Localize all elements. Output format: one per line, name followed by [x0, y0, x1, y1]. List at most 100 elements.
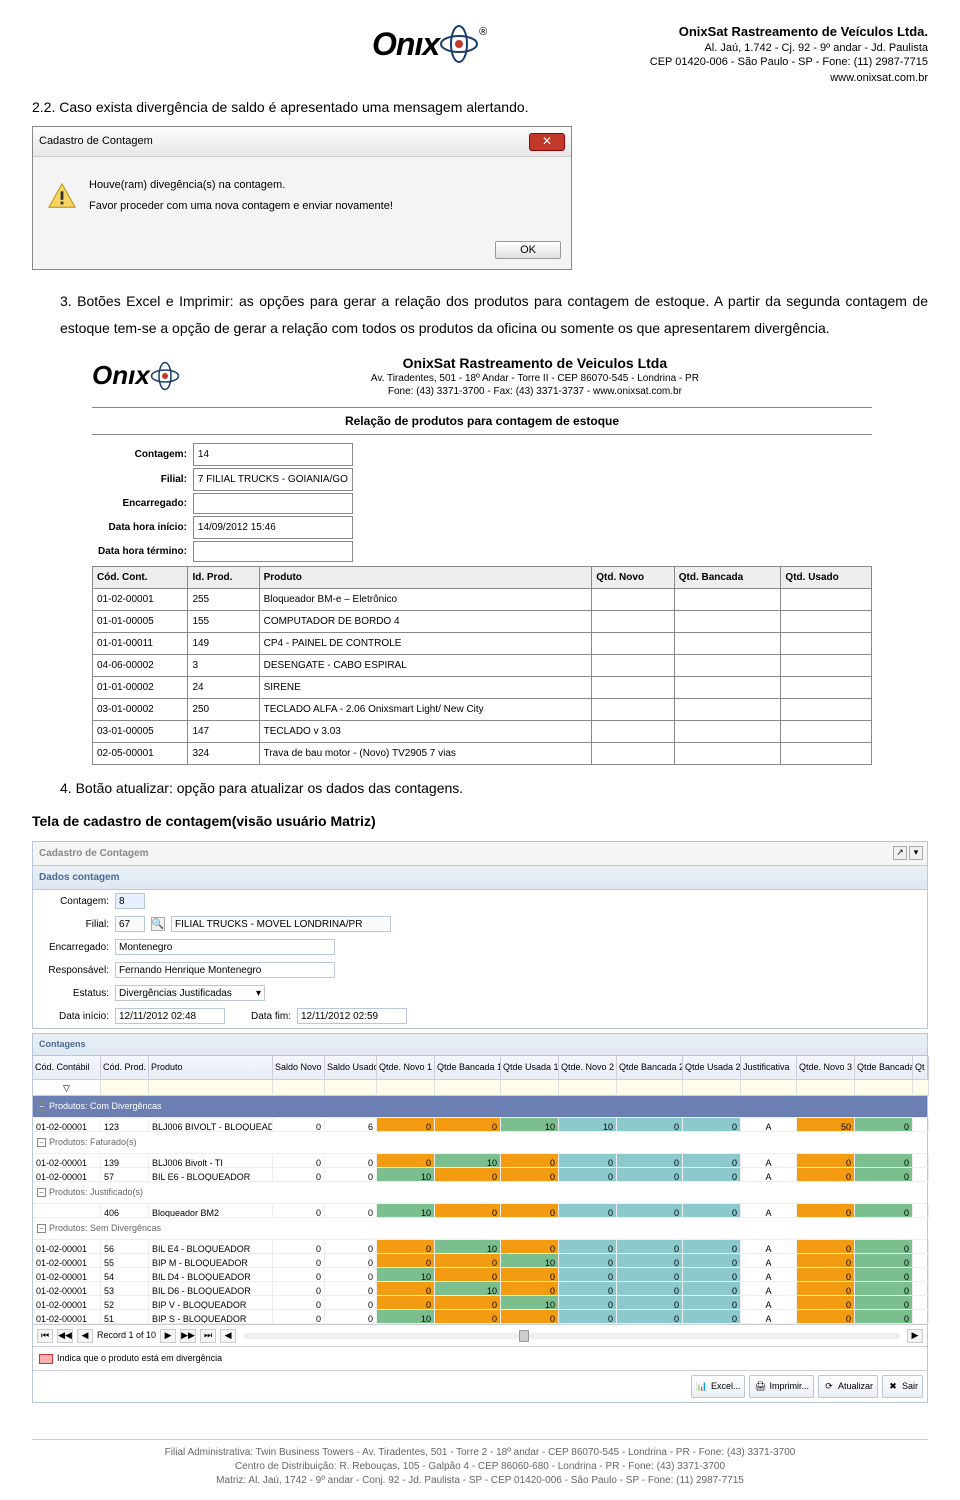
expander-icon[interactable]: − [37, 1102, 46, 1111]
report-row: 03-01-00002250TECLADO ALFA - 2.06 Onixsm… [93, 699, 872, 721]
estatus-label: Estatus: [39, 984, 109, 1003]
section-3: 3. Botões Excel e Imprimir: as opções pa… [60, 288, 928, 341]
grid-filter-cell[interactable] [501, 1080, 559, 1096]
encarregado-field[interactable]: Montenegro [115, 939, 335, 955]
dialog-line2: Favor proceder com uma nova contagem e e… [89, 196, 393, 217]
report-row: 03-01-00005147TECLADO v 3.03 [93, 721, 872, 743]
estatus-select[interactable]: Divergências Justificadas▾ [115, 985, 265, 1001]
grid-pager[interactable]: ⏮ ◀◀ ◀ Record 1 of 10 ▶ ▶▶ ⏭ ◀ ▶ [33, 1324, 927, 1346]
grid-filter-cell[interactable]: ▽ [33, 1080, 101, 1096]
grid-filter-cell[interactable] [101, 1080, 149, 1096]
pager-nextpage-icon[interactable]: ▶▶ [180, 1329, 196, 1343]
grid-data-row[interactable]: 01-02-0000156BIL E4 - BLOQUEADOR00010000… [33, 1240, 927, 1254]
grid-col-header[interactable]: Qtde. Novo 2 [559, 1056, 617, 1080]
dialog-line1: Houve(ram) divegência(s) na contagem. [89, 175, 393, 196]
contagem-field[interactable]: 8 [115, 893, 145, 909]
grid-col-header[interactable]: Qtde Bancada 3 [855, 1056, 913, 1080]
company-name: OnixSat Rastreamento de Veículos Ltda. [650, 24, 928, 41]
pager-scrollbar[interactable] [244, 1333, 899, 1339]
responsavel-field[interactable]: Fernando Henrique Montenegro [115, 962, 335, 978]
grid-col-header[interactable]: Cód. Prod. [101, 1056, 149, 1080]
grid-filter-cell[interactable] [377, 1080, 435, 1096]
grid-filter-cell[interactable] [149, 1080, 273, 1096]
inicio-field[interactable]: 12/11/2012 02:48 [115, 1008, 225, 1024]
report-row: 01-01-00011149CP4 - PAINEL DE CONTROLE [93, 633, 872, 655]
fim-field[interactable]: 12/11/2012 02:59 [297, 1008, 407, 1024]
legend-text: Indica que o produto está em divergência [57, 1350, 222, 1367]
grid-col-header[interactable]: Qtde. Novo 1 [377, 1056, 435, 1080]
restore-icon[interactable]: ↗ [893, 846, 907, 860]
dropdown-icon[interactable]: ▾ [909, 846, 923, 860]
expander-icon[interactable]: − [37, 1224, 46, 1233]
grid-data-row[interactable]: 01-02-00001139BLJ006 Bivolt - TI00010000… [33, 1154, 927, 1168]
ok-button[interactable]: OK [495, 241, 561, 259]
dialog-message: Houve(ram) divegência(s) na contagem. Fa… [89, 175, 393, 217]
pager-refresh-icon[interactable]: ◀ [220, 1329, 236, 1343]
report-logo-ring-icon [150, 361, 180, 391]
pager-end-icon[interactable]: ▶ [907, 1329, 923, 1343]
pager-prev-icon[interactable]: ◀ [77, 1329, 93, 1343]
grid-col-header[interactable]: Saldo Novo [273, 1056, 325, 1080]
section-form-title: Tela de cadastro de contagem(visão usuár… [32, 808, 928, 835]
grid-group-row[interactable]: −Produtos: Justificado(s) [33, 1182, 927, 1204]
report-title: Relação de produtos para contagem de est… [92, 407, 872, 436]
grid-group-row[interactable]: −Produtos: Com Divergêncas [33, 1096, 927, 1118]
grid-filter-cell[interactable] [559, 1080, 617, 1096]
grid-data-row[interactable]: 406Bloqueador BM2001000000A00 [33, 1204, 927, 1218]
grid-filter-cell[interactable] [325, 1080, 377, 1096]
grid-col-header[interactable]: Qtde Bancada 1 [435, 1056, 501, 1080]
filial-code-field[interactable]: 67 [115, 916, 145, 932]
logo-reg: ® [479, 26, 487, 38]
company-info: OnixSat Rastreamento de Veículos Ltda. A… [650, 24, 928, 86]
grid-col-header[interactable]: Produto [149, 1056, 273, 1080]
pager-next-icon[interactable]: ▶ [160, 1329, 176, 1343]
search-icon[interactable]: 🔍 [151, 917, 165, 931]
grid-col-header[interactable]: Saldo Usado [325, 1056, 377, 1080]
grid-filter-cell[interactable] [273, 1080, 325, 1096]
report-table: Cód. Cont.Id. Prod.ProdutoQtd. NovoQtd. … [92, 566, 872, 765]
panel-title-dados: Dados contagem [33, 866, 927, 890]
grid-col-header[interactable]: Justificativa [741, 1056, 797, 1080]
grid-data-row[interactable]: 01-02-0000157BIL E6 - BLOQUEADOR00100000… [33, 1168, 927, 1182]
expander-icon[interactable]: − [37, 1188, 46, 1197]
pager-last-icon[interactable]: ⏭ [200, 1329, 216, 1343]
grid-col-header[interactable]: Qtde. Novo 3 [797, 1056, 855, 1080]
grid-col-header[interactable]: Cód. Contábil [33, 1056, 101, 1080]
grid-data-row[interactable]: 01-02-0000152BIP V - BLOQUEADOR000010000… [33, 1296, 927, 1310]
grid-col-header[interactable]: Qtde Usada 2 [683, 1056, 741, 1080]
company-addr2: CEP 01420-006 - São Paulo - SP - Fone: (… [650, 55, 928, 69]
grid-data-row[interactable]: 01-02-00001123BLJ006 BIVOLT - BLOQUEADOR… [33, 1118, 927, 1132]
grid-group-row[interactable]: −Produtos: Faturado(s) [33, 1132, 927, 1154]
grid-filter-row[interactable]: ▽ [33, 1080, 927, 1096]
pager-status: Record 1 of 10 [97, 1327, 156, 1344]
grid-filter-cell[interactable] [435, 1080, 501, 1096]
report-row: 01-02-00001255Bloqueador BM-e – Eletrôni… [93, 589, 872, 611]
section-2-2: 2.2. Caso exista divergência de saldo é … [32, 94, 928, 121]
fim-label: Data fim: [231, 1007, 291, 1026]
grid-col-header[interactable]: Qtde Usada 1 [501, 1056, 559, 1080]
report-meta: Contagem:14 Filial:7 FILIAL TRUCKS - GOI… [92, 441, 355, 564]
grid-filter-cell[interactable] [855, 1080, 913, 1096]
grid-col-header[interactable]: Qt [913, 1056, 929, 1080]
grid-filter-cell[interactable] [797, 1080, 855, 1096]
expander-icon[interactable]: − [37, 1138, 46, 1147]
grid-data-row[interactable]: 01-02-0000153BIL D6 - BLOQUEADOR00010000… [33, 1282, 927, 1296]
grid-data-row[interactable]: 01-02-0000151BIP S - BLOQUEADOR001000000… [33, 1310, 927, 1324]
grid-filter-cell[interactable] [617, 1080, 683, 1096]
report-col-header: Qtd. Usado [781, 567, 872, 589]
report-col-header: Produto [259, 567, 592, 589]
grid-col-header[interactable]: Qtde Bancada 2 [617, 1056, 683, 1080]
grid-header-row: Cód. ContábilCód. Prod.ProdutoSaldo Novo… [33, 1056, 927, 1080]
logo-text: Onıx [372, 26, 439, 63]
grid-filter-cell[interactable] [741, 1080, 797, 1096]
grid-data-row[interactable]: 01-02-0000155BIP M - BLOQUEADOR000010000… [33, 1254, 927, 1268]
grid-data-row[interactable]: 01-02-0000154BIL D4 - BLOQUEADOR00100000… [33, 1268, 927, 1282]
close-icon[interactable]: ✕ [529, 133, 565, 151]
grid-filter-cell[interactable] [683, 1080, 741, 1096]
print-report: Onıx OnixSat Rastreamento de Veiculos Lt… [92, 351, 872, 765]
grid-group-row[interactable]: −Produtos: Sem Divergêncas [33, 1218, 927, 1240]
grid-filter-cell[interactable] [913, 1080, 929, 1096]
report-company: OnixSat Rastreamento de Veiculos Ltda [198, 354, 872, 372]
pager-first-icon[interactable]: ⏮ [37, 1329, 53, 1343]
pager-prevpage-icon[interactable]: ◀◀ [57, 1329, 73, 1343]
